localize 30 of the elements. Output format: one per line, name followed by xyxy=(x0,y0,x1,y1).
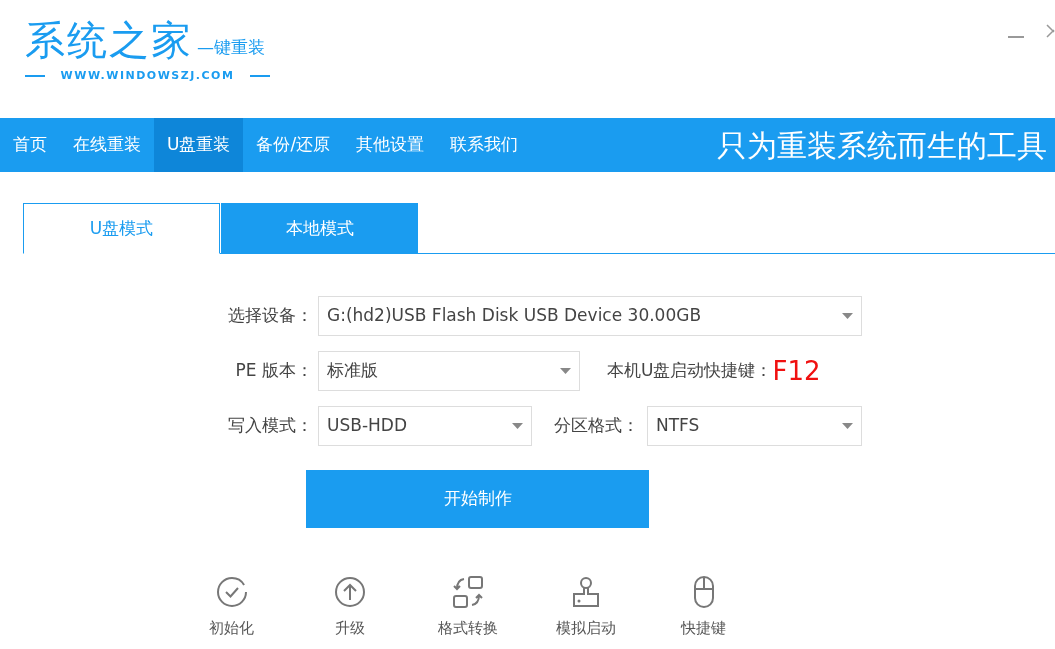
caret-icon xyxy=(560,368,571,374)
caret-icon xyxy=(842,423,853,429)
caret-icon xyxy=(842,313,853,319)
field-label: 分区格式： xyxy=(553,414,639,438)
tool-button[interactable]: 初始化 xyxy=(172,574,291,641)
field-label: PE 版本： xyxy=(234,359,313,383)
tool-button[interactable]: 格式转换 xyxy=(408,574,527,641)
dropdown[interactable]: G:(hd2)USB Flash Disk USB Device 30.00GB xyxy=(318,296,862,336)
dropdown[interactable]: 标准版 xyxy=(318,351,580,391)
hotkey-value: F12 xyxy=(772,354,821,388)
hotkey-label: 本机U盘启动快捷键： xyxy=(607,359,773,383)
slogan: 只为重装系统而生的工具 xyxy=(717,126,1048,165)
logo-wordmark: 系统之家 xyxy=(25,20,193,60)
check-circle-icon xyxy=(214,575,249,609)
website-url: WWW.WINDOWSZJ.COM xyxy=(60,68,235,84)
nav-item[interactable]: U盘重装 xyxy=(154,118,244,172)
tool-button[interactable]: 升级 xyxy=(290,574,409,641)
field-label: 选择设备： xyxy=(227,304,313,328)
convert-arrows-icon xyxy=(450,575,485,609)
tool-button[interactable]: 模拟启动 xyxy=(526,574,645,641)
up-arrow-circle-icon xyxy=(332,575,367,609)
dash-icon xyxy=(25,75,45,78)
logo-tagline: —键重装 xyxy=(197,35,265,59)
caret-icon xyxy=(512,423,523,429)
field-label: 写入模式： xyxy=(227,414,313,438)
dropdown[interactable]: USB-HDD xyxy=(318,406,532,446)
tool-button[interactable]: 快捷键 xyxy=(644,574,763,641)
close-icon[interactable] xyxy=(1046,24,1055,38)
dropdown[interactable]: NTFS xyxy=(647,406,862,446)
dash-icon xyxy=(250,75,270,78)
